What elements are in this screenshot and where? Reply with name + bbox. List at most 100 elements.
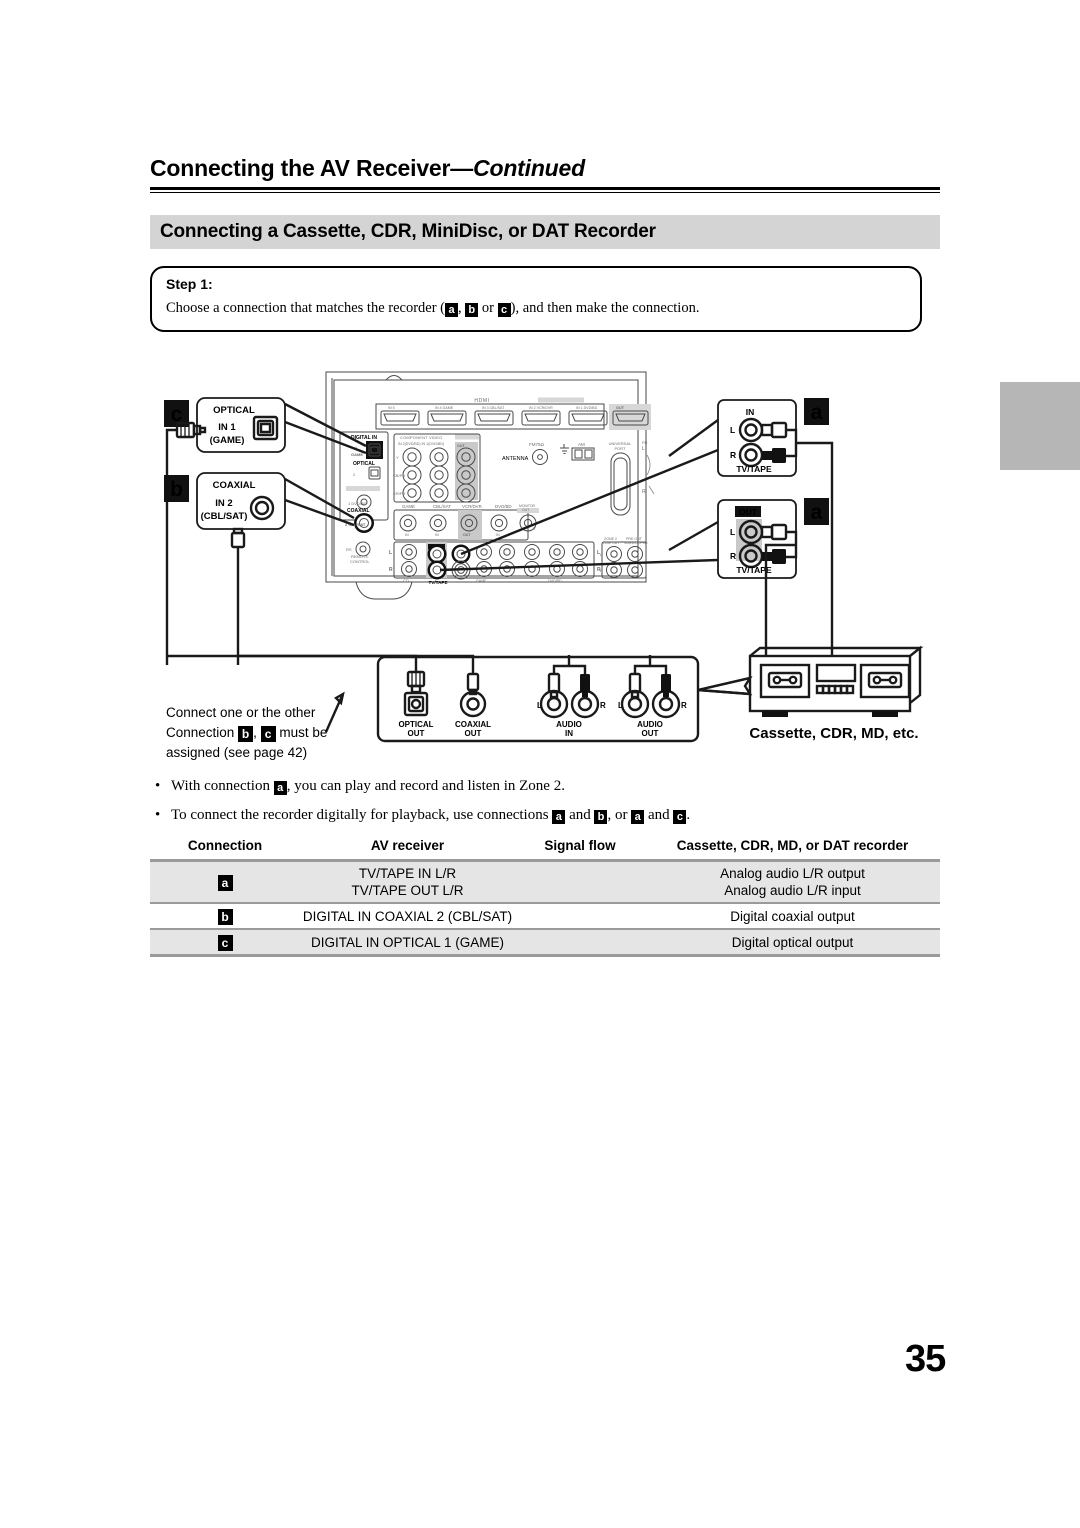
svg-text:(CBL/SAT): (CBL/SAT) <box>201 511 248 522</box>
page-title-separator: — <box>450 155 474 181</box>
svg-text:R: R <box>730 551 736 561</box>
svg-text:OPTICAL: OPTICAL <box>213 405 255 416</box>
svg-text:IN 2 VCR/DVR: IN 2 VCR/DVR <box>529 406 553 410</box>
bullet-1-pre: With connection <box>171 778 274 794</box>
svg-text:2: 2 <box>353 472 356 477</box>
bullet-2-chip-c: c <box>673 810 687 824</box>
svg-text:IN: IN <box>435 533 439 537</box>
cell-connection: a <box>150 861 300 904</box>
svg-text:IN 2: IN 2 <box>215 498 232 509</box>
bullet-2-pre: To connect the recorder digitally for pl… <box>171 807 553 823</box>
bullet-1-post: , you can play and record and listen in … <box>286 778 565 794</box>
svg-text:Y: Y <box>396 455 399 460</box>
cell-signal-flow <box>515 929 645 956</box>
cell-recorder-line-2: Analog audio L/R input <box>724 883 861 898</box>
svg-text:V: V <box>533 527 536 531</box>
bullet-2-chip-a2: a <box>631 810 645 824</box>
table-chip-c: c <box>217 935 233 951</box>
device-caption: Cassette, CDR, MD, etc. <box>749 725 918 742</box>
note-line-2-mid: , <box>253 725 261 740</box>
remote-control-jack: RS REMOTE CONTROL <box>346 541 371 564</box>
svg-text:R: R <box>389 567 393 573</box>
connection-chip-c: c <box>497 303 511 317</box>
bullet-1-chip-a: a <box>273 781 287 795</box>
svg-text:1 DVD/BD: 1 DVD/BD <box>348 501 367 506</box>
svg-text:TV/TAPE: TV/TAPE <box>428 580 447 585</box>
page-title: Connecting the AV Receiver—Continued <box>150 155 940 182</box>
svg-text:IN 4 GAME: IN 4 GAME <box>435 406 454 410</box>
universal-port: UNIVERSAL PORT <box>609 441 632 516</box>
svg-text:R: R <box>600 701 606 710</box>
svg-text:COAXIAL: COAXIAL <box>455 720 491 729</box>
cell-av-receiver: DIGITAL IN OPTICAL 1 (GAME) <box>310 934 505 950</box>
bullet-2-chip-a1: a <box>552 810 566 824</box>
page-title-continued: Continued <box>473 155 585 181</box>
svg-text:OUT: OUT <box>739 507 758 517</box>
note-connect-one-or-other: Connect one or the other Connection b, c… <box>166 703 396 763</box>
svg-text:CBL/SAT: CBL/SAT <box>433 504 451 509</box>
svg-text:VCR/DVR: VCR/DVR <box>462 504 482 509</box>
component-video-section: COMPONENT VIDEO IN 2(DVD/BD) IN 1(DVD/BD… <box>393 433 481 503</box>
table-header-row: Connection AV receiver Signal flow Casse… <box>150 838 940 861</box>
svg-text:RS: RS <box>346 547 352 552</box>
page-title-main: Connecting the AV Receiver <box>150 155 451 181</box>
cell-signal-flow <box>515 903 645 929</box>
svg-text:OUT: OUT <box>457 444 465 448</box>
cell-recorder: Analog audio L/R output Analog audio L/R… <box>645 861 940 904</box>
bullet-2-mid-1: and <box>565 807 595 823</box>
svg-text:COMPONENT VIDEO: COMPONENT VIDEO <box>400 435 443 440</box>
svg-text:IN 1: IN 1 <box>218 422 236 433</box>
svg-text:R: R <box>681 701 687 710</box>
column-header-recorder: Cassette, CDR, MD, or DAT recorder <box>676 838 909 853</box>
leader-a-in-1 <box>668 419 719 457</box>
table-chip-b: b <box>217 909 233 925</box>
callout-tvtape-out: OUT L R TV/TAPE a <box>717 498 829 655</box>
cell-av-receiver: TV/TAPE IN L/R TV/TAPE OUT L/R <box>300 861 515 904</box>
svg-text:R: R <box>730 450 736 460</box>
section-heading-bar: Connecting a Cassette, CDR, MiniDisc, or… <box>150 215 940 249</box>
svg-text:OUT: OUT <box>463 533 471 537</box>
note-line-2-post: must be <box>275 725 328 740</box>
bullet-list: • With connection a, you can play and rec… <box>155 778 945 836</box>
svg-text:OUT: OUT <box>408 729 425 738</box>
bullet-2-mid-2: , or <box>607 807 632 823</box>
svg-text:R: R <box>600 568 603 573</box>
svg-text:IN 5: IN 5 <box>388 406 395 410</box>
note-line-1: Connect one or the other <box>166 705 316 720</box>
column-header-av-receiver: AV receiver <box>370 838 445 853</box>
leader-a-in-2 <box>460 448 719 556</box>
svg-text:L: L <box>389 550 392 556</box>
cell-signal-flow <box>515 861 645 904</box>
source-av-inputs: GAME CBL/SAT VCR/DVR DVD/BD MONITOR OUT … <box>393 504 539 541</box>
bullet-item-2: • To connect the recorder digitally for p… <box>155 807 945 824</box>
svg-text:IN: IN <box>565 729 573 738</box>
audio-lr-matrix: L R L R CD OUT IN <box>389 541 601 585</box>
bullet-2-chip-b: b <box>594 810 608 824</box>
table-row: a TV/TAPE IN L/R TV/TAPE OUT L/R Analog … <box>150 860 940 904</box>
svg-text:IN: IN <box>496 533 500 537</box>
callout-optical-in1: c OPTICAL IN 1 (GAME) <box>164 397 286 665</box>
svg-text:COAXIAL: COAXIAL <box>213 480 256 491</box>
callout-b-badge: b <box>170 478 183 501</box>
svg-text:OPTICAL: OPTICAL <box>353 461 375 467</box>
svg-text:DVD/BD: DVD/BD <box>548 579 562 583</box>
cassette-deck-illustration: Cassette, CDR, MD, etc. <box>748 645 924 742</box>
note-chip-c: c <box>260 726 276 742</box>
manual-page: Connecting the AV Receiver—Continued Con… <box>0 0 1080 1528</box>
svg-text:FR: FR <box>642 440 647 445</box>
cell-recorder: Digital coaxial output <box>730 908 855 924</box>
svg-text:SUBWOOFER: SUBWOOFER <box>624 541 648 545</box>
header-rule-thick <box>150 187 940 190</box>
svg-text:ANTENNA: ANTENNA <box>502 456 529 462</box>
recorder-audio-out: L R AUDIO OUT <box>618 655 687 738</box>
svg-text:CB/PB: CB/PB <box>393 473 405 478</box>
digital-in-section: DIGITAL IN 1 GAME OPTICAL 2 1 DVD/BD COA… <box>339 431 389 533</box>
step-text-part-3: or <box>478 300 498 316</box>
cell-av-receiver-line-1: TV/TAPE IN L/R <box>358 866 457 881</box>
note-line-2-pre: Connection <box>166 725 239 740</box>
svg-text:HDMI: HDMI <box>474 398 489 404</box>
toslink-plug <box>175 421 207 439</box>
antenna-section: ANTENNA FM75Ω AM <box>502 442 595 465</box>
svg-text:CONTROL: CONTROL <box>350 559 370 564</box>
note-chip-b: b <box>238 726 254 742</box>
